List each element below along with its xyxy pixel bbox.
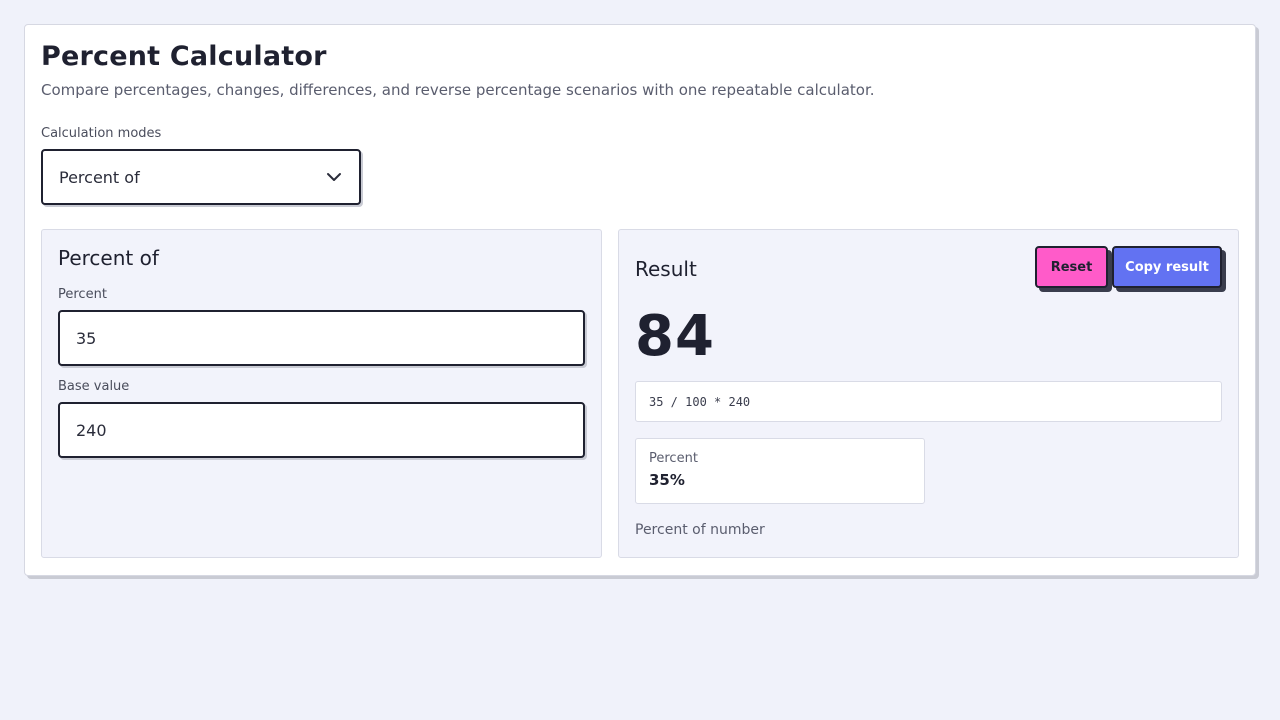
page-title: Percent Calculator	[41, 41, 327, 72]
percent-stat-label: Percent	[649, 451, 698, 466]
reset-button[interactable]: Reset	[1035, 246, 1108, 288]
base-value-input[interactable]	[58, 402, 585, 458]
mode-select-value: Percent of	[59, 167, 140, 187]
percent-stat-box: Percent 35%	[635, 438, 925, 504]
chevron-down-icon	[327, 173, 341, 181]
formula-display: 35 / 100 * 240	[635, 381, 1222, 422]
mode-select-label: Calculation modes	[41, 126, 162, 141]
percent-input[interactable]	[58, 310, 585, 366]
percent-stat-value: 35%	[649, 471, 685, 489]
calculator-card: Percent Calculator Compare percentages, …	[24, 24, 1256, 576]
inputs-panel: Percent of Percent Base value	[41, 229, 602, 558]
result-panel-title: Result	[635, 257, 697, 281]
percent-field-label: Percent	[58, 287, 107, 302]
mode-select[interactable]: Percent of	[41, 149, 361, 205]
inputs-panel-title: Percent of	[58, 246, 159, 270]
page-subtitle: Compare percentages, changes, difference…	[41, 81, 875, 99]
result-note: Percent of number	[635, 522, 765, 538]
result-value: 84	[635, 304, 715, 369]
copy-result-button[interactable]: Copy result	[1112, 246, 1222, 288]
result-panel: Result Reset Copy result 84 35 / 100 * 2…	[618, 229, 1239, 558]
base-value-field-label: Base value	[58, 379, 130, 394]
